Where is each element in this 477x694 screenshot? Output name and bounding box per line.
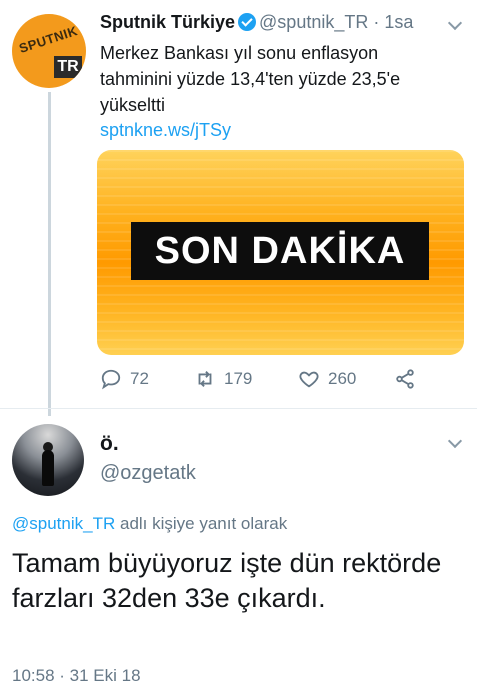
chevron-down-icon[interactable]: [447, 433, 463, 449]
avatar-logo-text: SPUTNIK: [17, 23, 80, 56]
retweet-button[interactable]: 179: [194, 368, 252, 390]
share-icon: [396, 369, 414, 389]
like-button[interactable]: 260: [298, 368, 356, 390]
reply-author-handle[interactable]: @ozgetatk: [100, 462, 196, 485]
heart-icon: [299, 371, 319, 388]
card-banner: SON DAKİKA: [131, 222, 429, 280]
verified-icon: [238, 13, 257, 31]
author-name[interactable]: Sputnik Türkiye: [100, 12, 235, 32]
reply-button[interactable]: 72: [100, 368, 149, 390]
avatar-figure: [42, 450, 54, 486]
avatar[interactable]: SPUTNIK TR: [12, 14, 86, 88]
reply-timestamp[interactable]: 10:58 · 31 Eki 18: [12, 666, 141, 686]
like-count: 260: [328, 369, 357, 388]
thread-line: [48, 92, 51, 416]
reply-count: 72: [130, 369, 149, 388]
reply-icon: [101, 369, 121, 390]
replying-to: @sputnik_TR adlı kişiye yanıt olarak: [12, 514, 287, 534]
chevron-down-icon[interactable]: [447, 15, 463, 31]
retweet-icon: [198, 371, 212, 387]
avatar-badge: TR: [54, 56, 82, 78]
share-button[interactable]: [394, 368, 416, 390]
replying-to-mention[interactable]: @sputnik_TR: [12, 514, 115, 533]
retweet-count: 179: [224, 369, 253, 388]
tweet-link[interactable]: sptnkne.ws/jTSy: [100, 120, 231, 141]
replying-to-label: adlı kişiye yanıt olarak: [119, 514, 288, 533]
avatar[interactable]: [12, 424, 84, 496]
separator: ·: [373, 12, 380, 32]
reply-author-name[interactable]: ö.: [100, 432, 119, 456]
reply-text: Tamam büyüyoruz işte dün rektörde farzla…: [12, 548, 442, 613]
tweet-header: Sputnik Türkiye @sputnik_TR · 1sa: [100, 12, 437, 33]
author-handle[interactable]: @sputnik_TR: [259, 12, 368, 32]
tweet-time[interactable]: 1sa: [384, 12, 413, 32]
divider: [0, 408, 477, 409]
tweet-text: Merkez Bankası yıl sonu enflasyon tahmin…: [100, 43, 401, 115]
link-card-image[interactable]: SON DAKİKA: [97, 150, 464, 355]
